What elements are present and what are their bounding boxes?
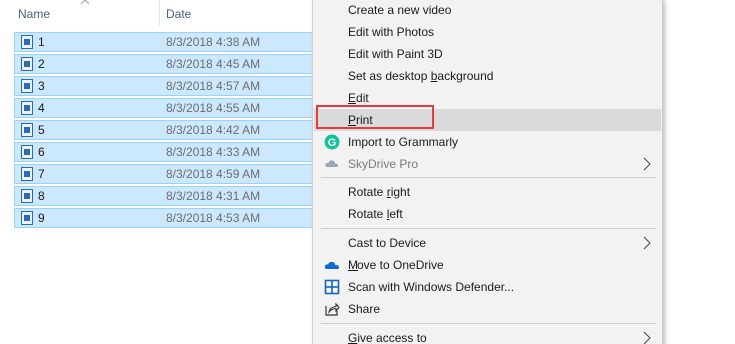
file-name: 8 — [38, 189, 45, 203]
file-row[interactable]: 7 8/3/2018 4:59 AM — [14, 163, 314, 185]
menu-item-give-access[interactable]: Give access to — [314, 327, 661, 344]
print-highlight-box — [316, 105, 434, 129]
image-file-icon — [21, 79, 33, 93]
file-row[interactable]: 5 8/3/2018 4:42 AM — [14, 119, 314, 141]
image-file-icon — [21, 57, 33, 71]
column-header: Name Date — [0, 0, 320, 28]
file-name: 7 — [38, 167, 45, 181]
file-list: 1 8/3/2018 4:38 AM 2 8/3/2018 4:45 AM 3 … — [14, 31, 314, 229]
share-icon — [325, 302, 340, 316]
grammarly-icon: G — [324, 134, 340, 150]
menu-item-skydrive-pro[interactable]: SkyDrive Pro — [314, 153, 661, 175]
file-date: 8/3/2018 4:33 AM — [166, 145, 261, 159]
file-name: 5 — [38, 123, 45, 137]
svg-text:G: G — [328, 137, 337, 149]
file-date: 8/3/2018 4:55 AM — [166, 101, 261, 115]
file-date: 8/3/2018 4:45 AM — [166, 57, 261, 71]
submenu-chevron-icon — [643, 157, 651, 171]
context-menu: Create a new video Edit with Photos Edit… — [312, 0, 663, 344]
file-row[interactable]: 8 8/3/2018 4:31 AM — [14, 185, 314, 207]
menu-item-import-grammarly[interactable]: G Import to Grammarly — [314, 131, 661, 153]
file-name: 9 — [38, 211, 45, 225]
image-file-icon — [21, 167, 33, 181]
file-date: 8/3/2018 4:42 AM — [166, 123, 261, 137]
submenu-chevron-icon — [643, 331, 651, 344]
file-date: 8/3/2018 4:31 AM — [166, 189, 261, 203]
menu-item-cast-to-device[interactable]: Cast to Device — [314, 232, 661, 254]
column-separator[interactable] — [159, 0, 160, 26]
file-row[interactable]: 1 8/3/2018 4:38 AM — [14, 31, 314, 53]
menu-item-edit-with-paint3d[interactable]: Edit with Paint 3D — [314, 43, 661, 65]
file-row[interactable]: 9 8/3/2018 4:53 AM — [14, 207, 314, 229]
menu-separator — [321, 323, 656, 324]
file-name: 3 — [38, 79, 45, 93]
menu-item-create-video[interactable]: Create a new video — [314, 0, 661, 21]
image-file-icon — [21, 123, 33, 137]
file-row[interactable]: 2 8/3/2018 4:45 AM — [14, 53, 314, 75]
file-date: 8/3/2018 4:53 AM — [166, 211, 261, 225]
image-file-icon — [21, 211, 33, 225]
file-row[interactable]: 3 8/3/2018 4:57 AM — [14, 75, 314, 97]
windows-defender-icon — [324, 279, 340, 295]
menu-item-set-desktop-background[interactable]: Set as desktop background — [314, 65, 661, 87]
menu-item-rotate-right[interactable]: Rotate right — [314, 181, 661, 203]
file-date: 8/3/2018 4:38 AM — [166, 35, 261, 49]
file-name: 4 — [38, 101, 45, 115]
menu-separator — [321, 228, 656, 229]
image-file-icon — [21, 35, 33, 49]
menu-item-scan-defender[interactable]: Scan with Windows Defender... — [314, 276, 661, 298]
file-row[interactable]: 6 8/3/2018 4:33 AM — [14, 141, 314, 163]
file-name: 6 — [38, 145, 45, 159]
file-date: 8/3/2018 4:59 AM — [166, 167, 261, 181]
menu-item-share[interactable]: Share — [314, 298, 661, 320]
menu-item-move-to-onedrive[interactable]: Move to OneDrive — [314, 254, 661, 276]
column-date-header[interactable]: Date — [166, 7, 191, 21]
skydrive-icon — [325, 160, 338, 167]
image-file-icon — [21, 145, 33, 159]
menu-item-rotate-left[interactable]: Rotate left — [314, 203, 661, 225]
image-file-icon — [21, 189, 33, 203]
column-name-header[interactable]: Name — [18, 7, 50, 21]
file-name: 1 — [38, 35, 45, 49]
menu-item-edit-with-photos[interactable]: Edit with Photos — [314, 21, 661, 43]
file-date: 8/3/2018 4:57 AM — [166, 79, 261, 93]
image-file-icon — [21, 101, 33, 115]
menu-separator — [321, 177, 656, 178]
sort-ascending-icon — [80, 0, 90, 5]
onedrive-cloud-icon — [324, 261, 339, 269]
file-row[interactable]: 4 8/3/2018 4:55 AM — [14, 97, 314, 119]
submenu-chevron-icon — [643, 236, 651, 250]
file-name: 2 — [38, 57, 45, 71]
